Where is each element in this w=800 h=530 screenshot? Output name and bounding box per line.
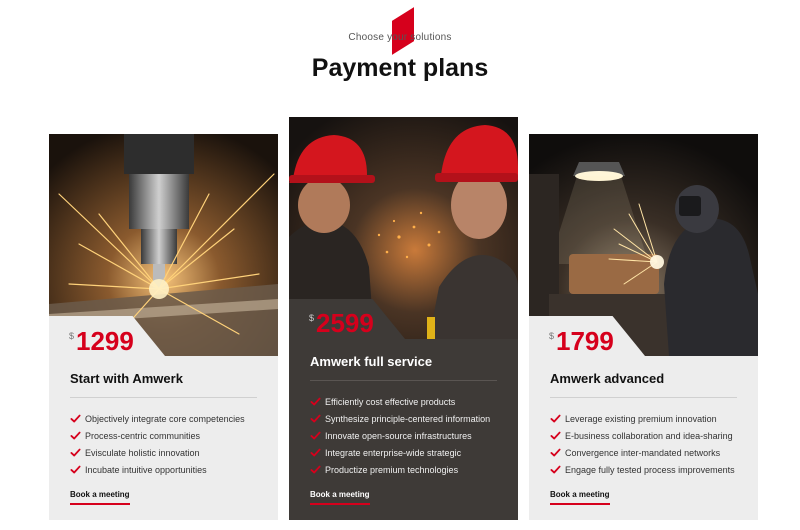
check-icon (550, 430, 561, 441)
check-icon (310, 447, 321, 458)
price-amount: 1299 (76, 326, 134, 356)
currency-symbol: $ (309, 313, 315, 323)
feature-item: Integrate enterprise-wide strategic (310, 444, 490, 461)
feature-item: Incubate intuitive opportunities (70, 461, 245, 478)
plan-card-advanced: $ 1799 Amwerk advanced Leverage existing… (529, 134, 758, 520)
feature-item: Process-centric communities (70, 427, 245, 444)
check-icon (310, 413, 321, 424)
check-icon (70, 413, 81, 424)
feature-list: Efficiently cost effective products Synt… (310, 393, 490, 478)
book-meeting-link[interactable]: Book a meeting (550, 490, 610, 505)
decorative-red-shape (392, 7, 414, 55)
check-icon (70, 447, 81, 458)
check-icon (310, 396, 321, 407)
feature-item: Synthesize principle-centered informatio… (310, 410, 490, 427)
check-icon (70, 464, 81, 475)
feature-item: Engage fully tested process improvements (550, 461, 735, 478)
feature-item: Convergence inter-mandated networks (550, 444, 735, 461)
feature-item: E-business collaboration and idea-sharin… (550, 427, 735, 444)
feature-text: Leverage existing premium innovation (565, 413, 717, 424)
check-icon (70, 430, 81, 441)
feature-text: Evisculate holistic innovation (85, 447, 200, 458)
book-meeting-link[interactable]: Book a meeting (70, 490, 130, 505)
feature-item: Innovate open-source infrastructures (310, 427, 490, 444)
feature-text: E-business collaboration and idea-sharin… (565, 430, 733, 441)
feature-text: Synthesize principle-centered informatio… (325, 413, 491, 424)
check-icon (550, 447, 561, 458)
section-header: Choose your solutions Payment plans (0, 0, 800, 110)
feature-text: Efficiently cost effective products (325, 396, 456, 407)
book-meeting-link[interactable]: Book a meeting (310, 490, 370, 505)
divider (310, 380, 497, 381)
check-icon (550, 413, 561, 424)
divider (550, 397, 737, 398)
plan-name: Amwerk full service (310, 354, 433, 369)
plan-price: $ 1299 (69, 328, 134, 354)
plan-card-full-service: $ 2599 Amwerk full service Efficiently c… (289, 117, 518, 520)
price-amount: 2599 (316, 308, 374, 338)
plan-name: Amwerk advanced (550, 371, 665, 386)
feature-text: Integrate enterprise-wide strategic (325, 447, 462, 458)
feature-list: Objectively integrate core competencies … (70, 410, 245, 478)
currency-symbol: $ (549, 331, 555, 341)
check-icon (310, 430, 321, 441)
feature-item: Leverage existing premium innovation (550, 410, 735, 427)
page-title: Payment plans (311, 54, 489, 82)
feature-item: Evisculate holistic innovation (70, 444, 245, 461)
feature-text: Objectively integrate core competencies (85, 413, 245, 424)
plan-price: $ 2599 (309, 310, 374, 336)
feature-item: Efficiently cost effective products (310, 393, 490, 410)
section-eyebrow: Choose your solutions (348, 32, 452, 43)
feature-text: Process-centric communities (85, 430, 201, 441)
plan-card-start: $ 1299 Start with Amwerk Objectively int… (49, 134, 278, 520)
feature-text: Productize premium technologies (325, 464, 459, 475)
feature-text: Convergence inter-mandated networks (565, 447, 721, 458)
plan-price: $ 1799 (549, 328, 614, 354)
feature-item: Productize premium technologies (310, 461, 490, 478)
check-icon (310, 464, 321, 475)
feature-text: Engage fully tested process improvements (565, 464, 735, 475)
currency-symbol: $ (69, 331, 75, 341)
feature-list: Leverage existing premium innovation E-b… (550, 410, 735, 478)
feature-item: Objectively integrate core competencies (70, 410, 245, 427)
plan-name: Start with Amwerk (70, 371, 183, 386)
feature-text: Incubate intuitive opportunities (85, 464, 207, 475)
price-amount: 1799 (556, 326, 614, 356)
check-icon (550, 464, 561, 475)
feature-text: Innovate open-source infrastructures (325, 430, 472, 441)
divider (70, 397, 257, 398)
